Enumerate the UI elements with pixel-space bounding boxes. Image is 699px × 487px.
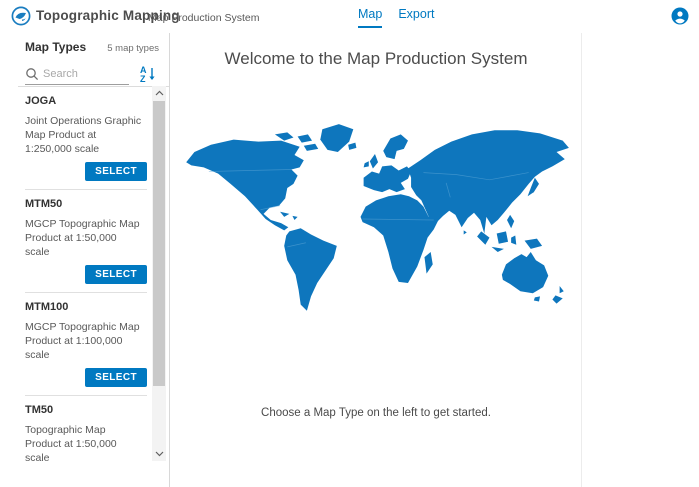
scrollbar-thumb[interactable] — [153, 101, 165, 386]
map-type-item: MTM100 MGCP Topographic Map Product at 1… — [25, 293, 147, 396]
scroll-up-icon[interactable] — [152, 86, 166, 100]
sort-az-icon[interactable]: A Z — [139, 64, 157, 84]
welcome-title: Welcome to the Map Production System — [171, 49, 581, 69]
select-button[interactable]: SELECT — [85, 162, 147, 181]
select-button[interactable]: SELECT — [85, 265, 147, 284]
header-tabs: Map Export — [358, 7, 434, 28]
world-landmasses — [186, 124, 569, 311]
map-type-name: MTM50 — [25, 198, 147, 210]
select-button[interactable]: SELECT — [85, 368, 147, 387]
map-type-description: MGCP Topographic Map Product at 1:50,000… — [25, 217, 143, 259]
panel-title: Map Types — [25, 40, 86, 54]
instruction-text: Choose a Map Type on the left to get sta… — [171, 407, 581, 419]
list-scrollbar — [152, 86, 166, 461]
map-production-app: Topographic Mapping Map Production Syste… — [0, 0, 699, 487]
app-subtitle: Map Production System — [148, 12, 259, 24]
map-type-item: MTM50 MGCP Topographic Map Product at 1:… — [25, 190, 147, 293]
map-type-count: 5 map types — [107, 43, 159, 54]
map-type-name: JOGA — [25, 95, 147, 107]
map-type-name: TM50 — [25, 404, 147, 416]
world-map-image — [180, 121, 572, 317]
app-header: Topographic Mapping Map Production Syste… — [0, 0, 699, 33]
map-type-item: JOGA Joint Operations Graphic Map Produc… — [25, 87, 147, 190]
globe-logo-icon — [11, 6, 31, 26]
search-row: A Z — [25, 63, 159, 87]
search-icon — [25, 67, 39, 81]
map-type-description: Joint Operations Graphic Map Product at … — [25, 114, 143, 156]
map-types-panel: Map Types 5 map types A Z — [0, 33, 170, 487]
map-type-description: Topographic Map Product at 1:50,000 scal… — [25, 423, 143, 461]
svg-text:Z: Z — [140, 74, 146, 84]
map-type-description: MGCP Topographic Map Product at 1:100,00… — [25, 320, 143, 362]
tab-map[interactable]: Map — [358, 7, 382, 28]
main-panel: Welcome to the Map Production System — [171, 33, 582, 487]
tab-export[interactable]: Export — [398, 7, 434, 28]
map-type-item: TM50 Topographic Map Product at 1:50,000… — [25, 396, 147, 461]
scroll-down-icon[interactable] — [152, 447, 166, 461]
account-icon[interactable] — [671, 7, 689, 25]
map-type-name: MTM100 — [25, 301, 147, 313]
search-input[interactable] — [43, 68, 125, 80]
map-type-list: JOGA Joint Operations Graphic Map Produc… — [18, 86, 169, 461]
